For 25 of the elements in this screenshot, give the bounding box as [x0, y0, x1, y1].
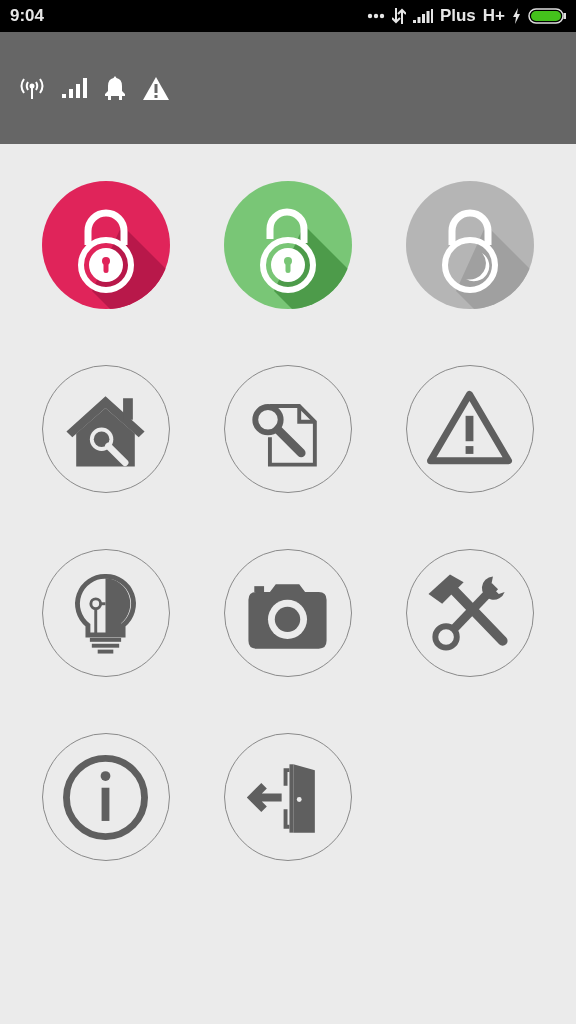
clock: 9:04 — [10, 6, 45, 26]
charging-bolt-icon — [512, 8, 521, 24]
camera-icon — [248, 583, 327, 649]
document-search-icon — [252, 403, 317, 467]
warning-icon — [427, 390, 512, 464]
house-search-icon — [66, 395, 145, 467]
light-bulb-icon — [75, 573, 136, 654]
padlock-icon — [442, 209, 498, 293]
lock-button[interactable] — [42, 181, 170, 309]
lock-button[interactable] — [224, 181, 352, 309]
exit-door-icon — [246, 763, 315, 833]
warning-icon — [143, 76, 169, 100]
antenna-icon — [19, 77, 45, 99]
bell-icon — [104, 76, 126, 100]
carrier-name: Plus — [439, 6, 476, 26]
battery-icon — [528, 8, 566, 24]
info-icon — [63, 754, 148, 840]
data-arrows-icon — [391, 8, 406, 24]
network-type: H+ — [482, 6, 505, 26]
more-dots-icon — [366, 13, 385, 19]
padlock-icon — [260, 208, 316, 293]
padlock-icon — [78, 209, 134, 293]
signal-icon — [412, 9, 433, 23]
signal-bars-icon — [62, 78, 87, 98]
hammer-and-wrench-icon — [428, 573, 508, 651]
